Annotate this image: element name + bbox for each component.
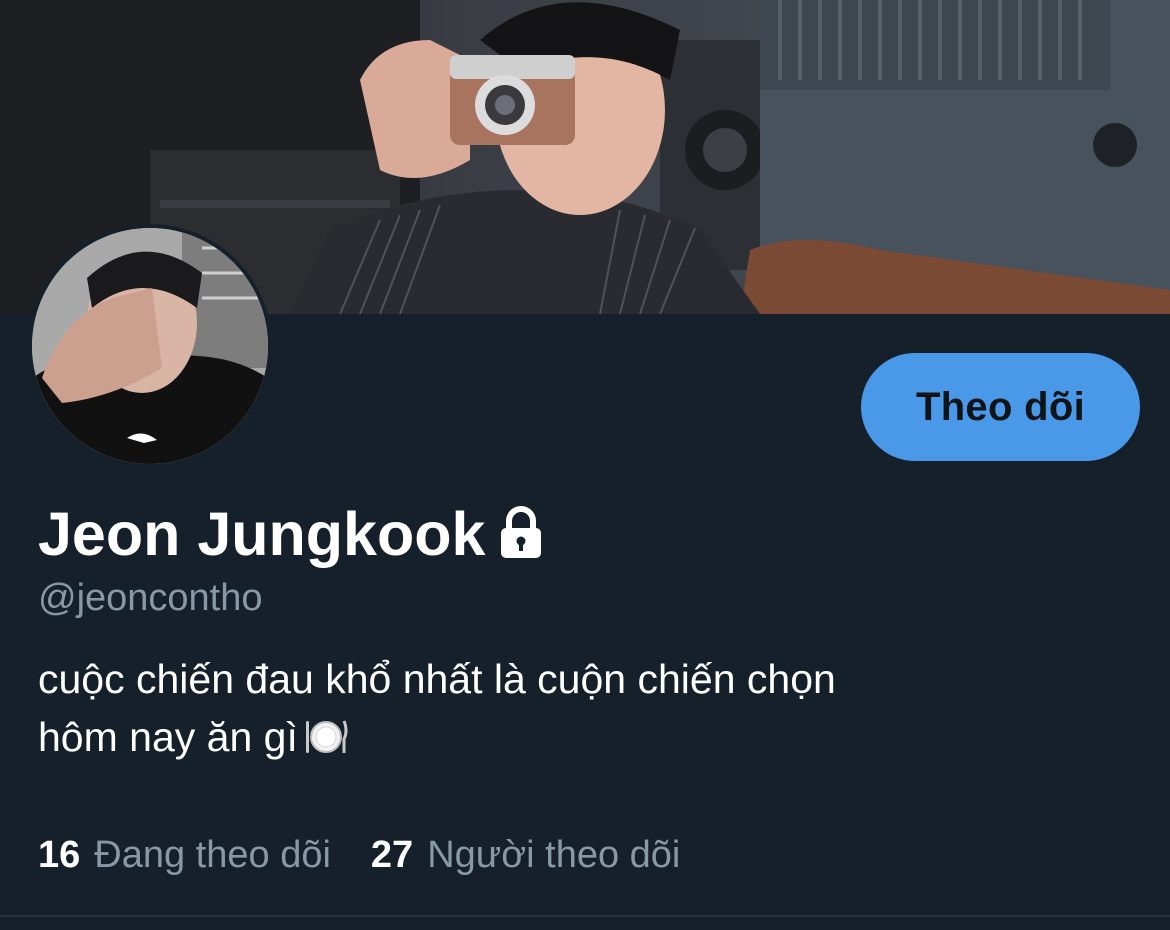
lock-icon — [497, 506, 545, 562]
follow-button[interactable]: Theo dõi — [861, 353, 1140, 461]
profile-name-row: Jeon Jungkook — [38, 498, 545, 570]
profile-page: Theo dõi Jeon Jungkook @jeoncontho cuộc … — [0, 0, 1170, 930]
avatar-image — [32, 228, 268, 464]
following-count: 16 — [38, 834, 81, 876]
following-link[interactable]: 16 Đang theo dõi — [38, 830, 331, 880]
bio-line-1: cuộc chiến đau khổ nhất là cuộn chiến ch… — [38, 656, 836, 702]
profile-avatar[interactable] — [28, 224, 272, 468]
display-name: Jeon Jungkook — [38, 500, 486, 568]
followers-count: 27 — [370, 834, 414, 876]
following-label: Đang theo dõi — [94, 834, 331, 876]
profile-handle: @jeoncontho — [38, 577, 263, 619]
plate-fork-knife-icon — [304, 714, 348, 754]
section-divider — [0, 915, 1170, 917]
profile-bio: cuộc chiến đau khổ nhất là cuộn chiến ch… — [38, 650, 1118, 766]
bio-line-2-text: hôm nay ăn gì — [38, 714, 298, 760]
followers-label: Người theo dõi — [427, 834, 681, 876]
profile-stats: 16 Đang theo dõi 27 Người theo dõi — [38, 830, 720, 880]
bio-line-2: hôm nay ăn gì — [38, 708, 1118, 766]
followers-link[interactable]: 27 Người theo dõi — [371, 830, 680, 880]
